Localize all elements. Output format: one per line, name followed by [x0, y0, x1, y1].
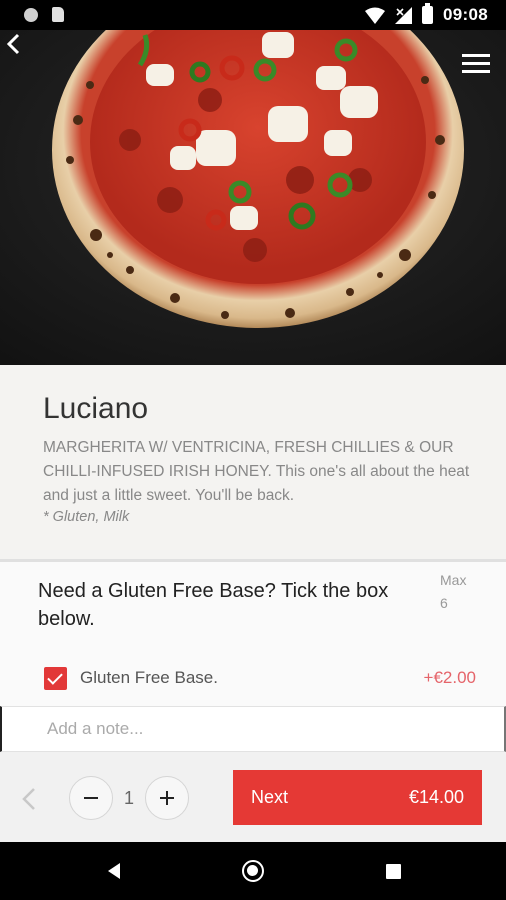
previous-button[interactable] [18, 785, 40, 813]
nav-back-icon[interactable] [104, 861, 124, 881]
option-price: +€2.00 [423, 668, 476, 687]
chevron-left-icon [22, 788, 35, 810]
signal-icon [395, 6, 413, 24]
hamburger-menu-icon [462, 54, 490, 57]
chevron-left-icon [6, 33, 20, 55]
decrease-quantity-button[interactable] [69, 776, 113, 820]
plus-icon-vertical [166, 791, 168, 805]
sd-card-icon [52, 7, 64, 22]
max-label: Max [440, 572, 467, 588]
nav-home-icon[interactable] [242, 860, 264, 882]
product-info: Luciano MARGHERITA W/ VENTRICINA, FRESH … [0, 365, 506, 562]
circle-notification-icon [24, 7, 38, 22]
next-button-price: €14.00 [408, 787, 464, 807]
option-gluten-free-base[interactable]: Gluten Free Base. +€2.00 [0, 657, 506, 705]
order-footer: 1 Next €14.00 [0, 752, 506, 842]
menu-button[interactable] [462, 54, 492, 80]
add-note-input[interactable] [0, 706, 506, 752]
quantity-value: 1 [123, 788, 134, 808]
hamburger-menu-icon-line [462, 70, 490, 73]
battery-icon [422, 3, 434, 24]
allergen-info: * Gluten, Milk [43, 509, 130, 525]
increase-quantity-button[interactable] [145, 776, 189, 820]
nav-recents-icon[interactable] [386, 864, 401, 879]
option-label: Gluten Free Base. [80, 668, 218, 687]
pizza-illustration [0, 30, 506, 365]
next-button[interactable]: Next €14.00 [233, 770, 482, 825]
option-group-title: Need a Gluten Free Base? Tick the box be… [38, 580, 389, 630]
system-navigation-bar [0, 842, 506, 900]
clock: 09:08 [443, 5, 488, 24]
next-button-label: Next [251, 787, 289, 807]
product-name: Luciano [43, 392, 149, 425]
gluten-free-checkbox[interactable] [44, 667, 67, 690]
product-description: MARGHERITA W/ VENTRICINA, FRESH CHILLIES… [43, 439, 470, 504]
back-button[interactable] [0, 30, 28, 58]
product-image [0, 30, 506, 365]
option-max-limit: Max 6 [440, 569, 480, 615]
option-group-header: Need a Gluten Free Base? Tick the box be… [0, 565, 506, 655]
wifi-icon [365, 7, 386, 24]
minus-icon [84, 797, 98, 799]
status-bar: 09:08 [0, 0, 506, 30]
status-right: 09:08 [365, 3, 488, 25]
hamburger-menu-icon-line [462, 62, 490, 65]
status-left [24, 7, 64, 22]
max-value: 6 [440, 595, 448, 611]
